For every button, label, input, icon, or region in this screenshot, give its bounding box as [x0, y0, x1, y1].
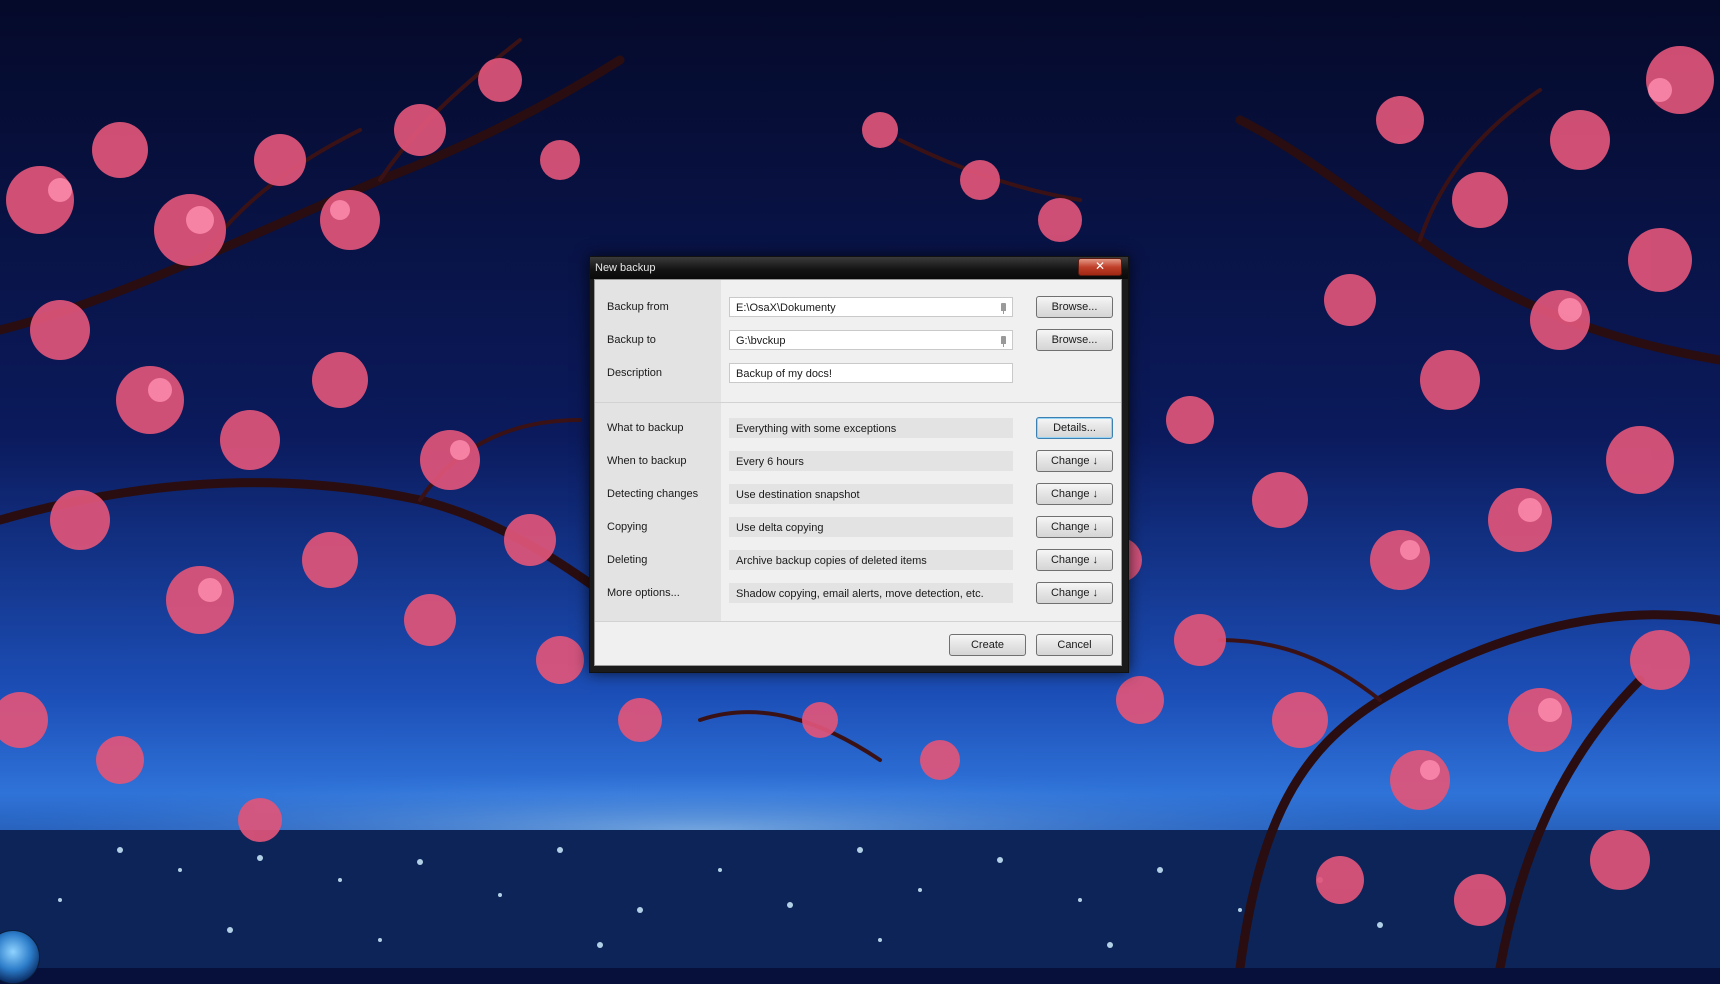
- dialog-body: Backup from E:\OsaX\Dokumenty Browse... …: [594, 279, 1122, 666]
- new-backup-dialog: New backup ✕ Backup from E:\OsaX\Dokumen…: [589, 256, 1129, 673]
- when-to-backup-change-button[interactable]: Change ↓: [1036, 450, 1113, 472]
- more-options-summary: Shadow copying, email alerts, move detec…: [729, 583, 1013, 603]
- backup-from-browse-button[interactable]: Browse...: [1036, 296, 1113, 318]
- pin-icon[interactable]: [1001, 303, 1006, 314]
- copying-change-button[interactable]: Change ↓: [1036, 516, 1113, 538]
- backup-from-value: E:\OsaX\Dokumenty: [736, 302, 836, 314]
- description-label: Description: [607, 367, 663, 379]
- close-icon: ✕: [1094, 259, 1106, 273]
- deleting-label: Deleting: [607, 554, 648, 566]
- backup-to-label: Backup to: [607, 334, 656, 346]
- when-to-backup-summary: Every 6 hours: [729, 451, 1013, 471]
- pin-icon[interactable]: [1001, 336, 1006, 347]
- what-to-backup-label: What to backup: [607, 422, 684, 434]
- backup-to-value: G:\bvckup: [736, 335, 786, 347]
- copying-summary: Use delta copying: [729, 517, 1013, 537]
- backup-from-input[interactable]: E:\OsaX\Dokumenty: [729, 297, 1013, 317]
- deleting-change-button[interactable]: Change ↓: [1036, 549, 1113, 571]
- separator: [595, 402, 1121, 403]
- separator: [595, 621, 1121, 622]
- when-to-backup-label: When to backup: [607, 455, 687, 467]
- detecting-changes-label: Detecting changes: [607, 488, 699, 500]
- backup-from-label: Backup from: [607, 301, 669, 313]
- what-to-backup-details-button[interactable]: Details...: [1036, 417, 1113, 439]
- what-to-backup-summary: Everything with some exceptions: [729, 418, 1013, 438]
- window-title: New backup: [595, 262, 656, 274]
- copying-label: Copying: [607, 521, 648, 533]
- cancel-button[interactable]: Cancel: [1036, 634, 1113, 656]
- backup-to-input[interactable]: G:\bvckup: [729, 330, 1013, 350]
- more-options-label: More options...: [607, 587, 680, 599]
- detecting-changes-summary: Use destination snapshot: [729, 484, 1013, 504]
- deleting-summary: Archive backup copies of deleted items: [729, 550, 1013, 570]
- close-button[interactable]: ✕: [1078, 258, 1122, 276]
- detecting-changes-change-button[interactable]: Change ↓: [1036, 483, 1113, 505]
- create-button[interactable]: Create: [949, 634, 1026, 656]
- backup-to-browse-button[interactable]: Browse...: [1036, 329, 1113, 351]
- description-input[interactable]: Backup of my docs!: [729, 363, 1013, 383]
- description-value: Backup of my docs!: [736, 368, 832, 380]
- title-bar[interactable]: New backup ✕: [590, 257, 1128, 279]
- labels-panel: [595, 280, 721, 621]
- more-options-change-button[interactable]: Change ↓: [1036, 582, 1113, 604]
